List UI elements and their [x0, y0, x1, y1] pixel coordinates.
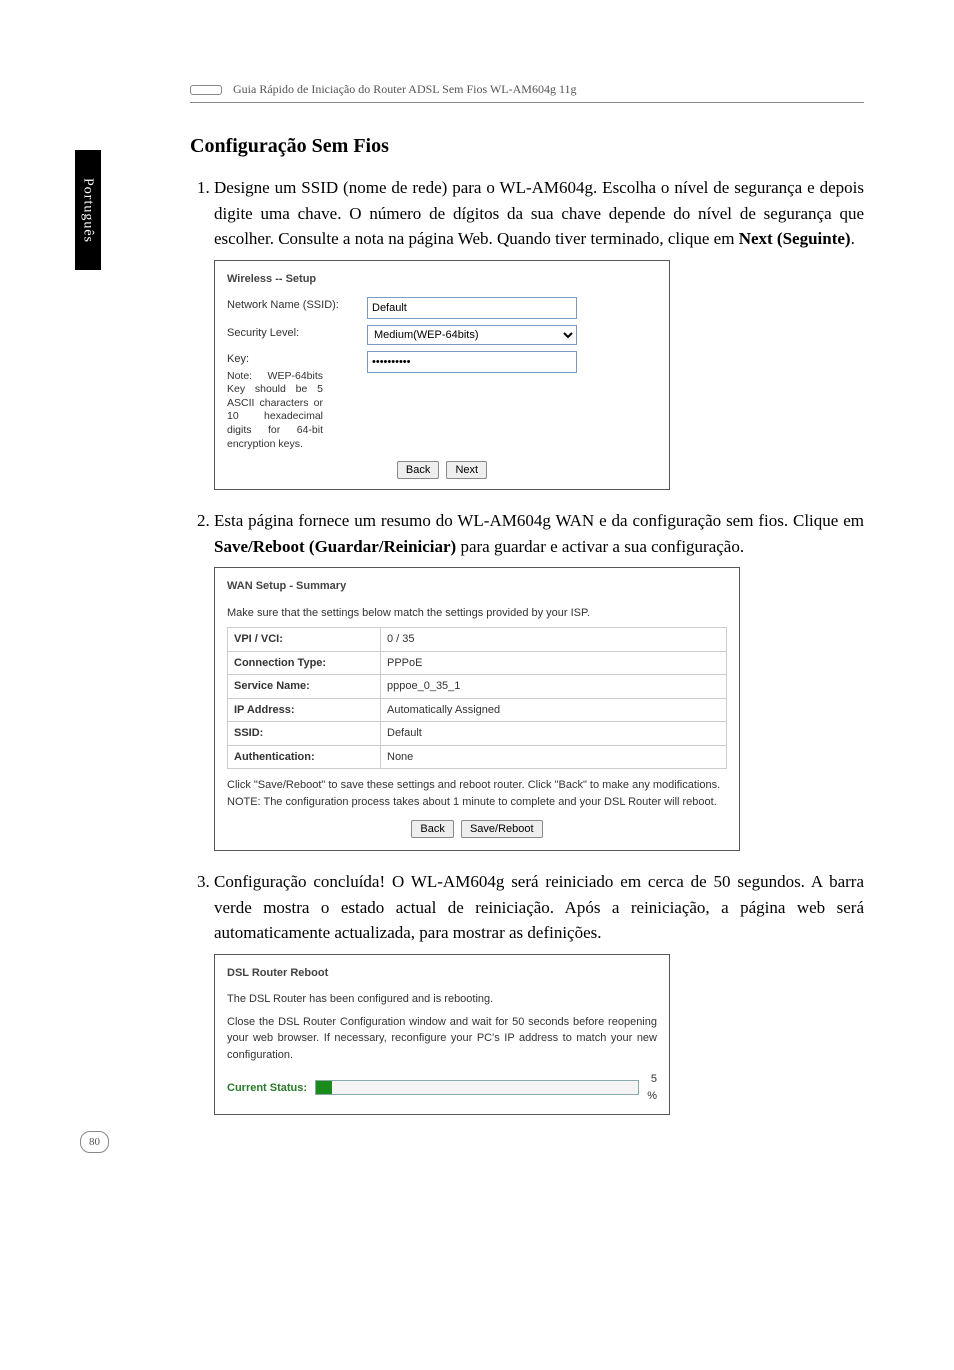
save-reboot-button[interactable]: Save/Reboot — [461, 820, 543, 838]
key-label: Key: — [227, 351, 367, 368]
ssid-val: Default — [381, 722, 727, 746]
step-3-text: Configuração concluída! O WL-AM604g será… — [214, 872, 864, 942]
step-2: Esta página fornece um resumo do WL-AM60… — [214, 508, 864, 851]
ip-key: IP Address: — [228, 698, 381, 722]
step-2-text-a: Esta página fornece um resumo do WL-AM60… — [214, 511, 864, 530]
step-2-text-c: para guardar e activar a sua configuraçã… — [456, 537, 744, 556]
section-title: Configuração Sem Fios — [190, 131, 864, 161]
step-1-text-c: . — [851, 229, 855, 248]
step-3: Configuração concluída! O WL-AM604g será… — [214, 869, 864, 1115]
ct-val: PPPoE — [381, 651, 727, 675]
auth-key: Authentication: — [228, 745, 381, 769]
vpi-val: 0 / 35 — [381, 628, 727, 652]
wan-summary-table: VPI / VCI:0 / 35 Connection Type:PPPoE S… — [227, 627, 727, 769]
key-input[interactable] — [367, 351, 577, 373]
status-label: Current Status: — [227, 1080, 307, 1097]
back-button[interactable]: Back — [397, 461, 439, 479]
key-note: Note: WEP-64bits Key should be 5 ASCII c… — [227, 370, 323, 452]
progress-bar — [315, 1080, 639, 1095]
step-1-bold: Next (Seguinte) — [739, 229, 851, 248]
reboot-line1: The DSL Router has been configured and i… — [227, 991, 657, 1008]
router-icon — [190, 85, 222, 95]
next-button[interactable]: Next — [446, 461, 487, 479]
ip-val: Automatically Assigned — [381, 698, 727, 722]
wan-note: Click "Save/Reboot" to save these settin… — [227, 777, 727, 810]
table-row: Service Name:pppoe_0_35_1 — [228, 675, 727, 699]
reboot-title: DSL Router Reboot — [227, 965, 657, 982]
table-row: Authentication:None — [228, 745, 727, 769]
language-tab: Português — [75, 150, 101, 270]
auth-val: None — [381, 745, 727, 769]
progress-pct: 5 % — [647, 1071, 657, 1104]
wan-summary-panel: WAN Setup - Summary Make sure that the s… — [214, 567, 740, 851]
table-row: VPI / VCI:0 / 35 — [228, 628, 727, 652]
table-row: IP Address:Automatically Assigned — [228, 698, 727, 722]
page-number: 80 — [80, 1131, 109, 1154]
wireless-setup-panel: Wireless -- Setup Network Name (SSID): S… — [214, 260, 670, 491]
security-level-label: Security Level: — [227, 325, 367, 342]
sn-val: pppoe_0_35_1 — [381, 675, 727, 699]
reboot-panel: DSL Router Reboot The DSL Router has bee… — [214, 954, 670, 1116]
doc-header: Guia Rápido de Iniciação do Router ADSL … — [190, 80, 864, 103]
sn-key: Service Name: — [228, 675, 381, 699]
wan-back-button[interactable]: Back — [411, 820, 453, 838]
reboot-line2: Close the DSL Router Configuration windo… — [227, 1014, 657, 1064]
doc-header-text: Guia Rápido de Iniciação do Router ADSL … — [233, 82, 577, 96]
ct-key: Connection Type: — [228, 651, 381, 675]
vpi-key: VPI / VCI: — [228, 628, 381, 652]
step-2-bold: Save/Reboot (Guardar/Reiniciar) — [214, 537, 456, 556]
ssid-key: SSID: — [228, 722, 381, 746]
security-level-select[interactable]: Medium(WEP-64bits) — [367, 325, 577, 345]
wan-title: WAN Setup - Summary — [227, 578, 727, 595]
wireless-title: Wireless -- Setup — [227, 271, 657, 288]
progress-fill — [316, 1081, 332, 1094]
ssid-label: Network Name (SSID): — [227, 297, 367, 314]
table-row: Connection Type:PPPoE — [228, 651, 727, 675]
wan-intro: Make sure that the settings below match … — [227, 605, 727, 622]
table-row: SSID:Default — [228, 722, 727, 746]
ssid-input[interactable] — [367, 297, 577, 319]
step-1: Designe um SSID (nome de rede) para o WL… — [214, 175, 864, 490]
